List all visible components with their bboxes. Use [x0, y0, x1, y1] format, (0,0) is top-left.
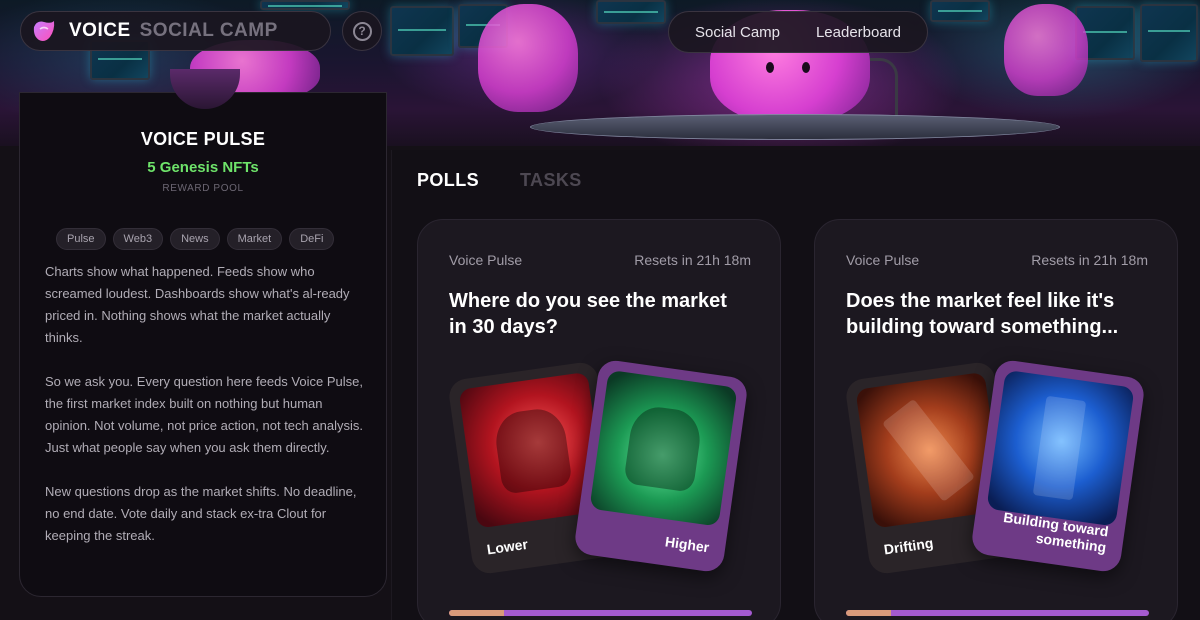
top-nav: Social Camp Leaderboard	[668, 11, 928, 53]
vote-progress-fill	[846, 610, 892, 616]
reward-label: REWARD POOL	[162, 183, 244, 194]
poll-option-building[interactable]: Building toward something	[970, 358, 1146, 574]
vote-progress-bar	[449, 610, 752, 616]
poll-question: Does the market feel like it's building …	[846, 290, 1119, 338]
monitor-screen	[390, 6, 454, 56]
option-label: Lower	[485, 535, 529, 558]
question-mark-icon: ?	[352, 21, 372, 41]
brand-home-button[interactable]: VOICE SOCIAL CAMP	[20, 11, 331, 51]
tag-pulse[interactable]: Pulse	[56, 228, 106, 250]
monitor-screen	[930, 0, 990, 22]
tag-web3[interactable]: Web3	[112, 228, 164, 250]
mascot-right	[1004, 4, 1088, 96]
tab-polls[interactable]: POLLS	[417, 170, 479, 191]
description-paragraph: So we ask you. Every question here feeds…	[45, 374, 363, 455]
mascot-eye	[802, 62, 810, 73]
voice-pulse-panel: VOICE PULSE 5 Genesis NFTs REWARD POOL P…	[19, 69, 387, 597]
news-desk	[530, 114, 1060, 140]
option-label: Higher	[664, 533, 711, 556]
option-label: Drifting	[882, 534, 935, 558]
voice-logo-icon	[31, 18, 57, 44]
bear-silhouette	[492, 405, 573, 495]
bull-silhouette	[623, 403, 704, 493]
poll-source: Voice Pulse	[449, 252, 523, 268]
bull-artwork	[589, 369, 738, 527]
poll-question: Where do you see the market in 30 days?	[449, 290, 727, 338]
mascot-left	[478, 4, 578, 112]
panel-description: Charts show what happened. Feeds show wh…	[45, 261, 369, 569]
brand-name-primary: VOICE	[69, 20, 131, 41]
brand-name-secondary: SOCIAL CAMP	[139, 20, 278, 41]
monitor-screen	[596, 0, 666, 24]
monitor-screen	[260, 0, 350, 10]
tag-news[interactable]: News	[170, 228, 220, 250]
poll-card: Voice Pulse Resets in 21h 18m Where do y…	[417, 219, 781, 620]
nav-leaderboard[interactable]: Leaderboard	[816, 24, 901, 41]
tower-silhouette	[1032, 395, 1087, 501]
vote-progress-fill	[449, 610, 504, 616]
vote-progress-bar	[846, 610, 1149, 616]
tag-market[interactable]: Market	[226, 228, 283, 250]
panel-title: VOICE PULSE	[140, 129, 266, 149]
poll-source: Voice Pulse	[846, 252, 920, 268]
poll-reset-timer: Resets in 21h 18m	[1031, 252, 1148, 268]
poll-option-higher[interactable]: Higher	[573, 358, 749, 574]
poll-card: Voice Pulse Resets in 21h 18m Does the m…	[814, 219, 1178, 620]
tag-defi[interactable]: DeFi	[289, 228, 335, 250]
tower-artwork	[986, 369, 1135, 527]
description-paragraph: Charts show what happened. Feeds show wh…	[45, 264, 350, 345]
tag-list: Pulse Web3 News Market DeFi	[56, 228, 335, 250]
tab-tasks[interactable]: TASKS	[520, 170, 582, 191]
nav-social-camp[interactable]: Social Camp	[695, 24, 780, 41]
avatar	[170, 69, 240, 109]
reward-amount: 5 Genesis NFTs	[147, 159, 259, 176]
poll-reset-timer: Resets in 21h 18m	[634, 252, 751, 268]
mascot-eye	[766, 62, 774, 73]
chain-silhouette	[881, 398, 976, 503]
help-button[interactable]: ?	[342, 11, 382, 51]
description-paragraph: New questions drop as the market shifts.…	[45, 484, 357, 543]
monitor-screen	[1140, 4, 1198, 62]
